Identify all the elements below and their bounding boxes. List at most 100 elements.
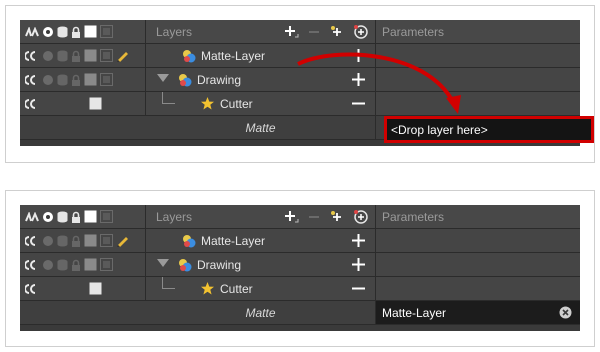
parameters-column-header: Parameters	[376, 20, 580, 43]
clear-icon[interactable]	[559, 306, 572, 319]
lock-icon[interactable]	[71, 259, 81, 271]
layer-name-text: Cutter	[220, 281, 253, 296]
color-swatch-icon[interactable]	[84, 25, 97, 38]
matte-param-cell[interactable]: Matte-Layer	[376, 301, 580, 324]
onion-skin-icon[interactable]	[25, 283, 39, 294]
add-layer-icon[interactable]	[283, 209, 299, 225]
layer-row[interactable]: Drawing	[20, 253, 580, 277]
layer-thumbnail-icon[interactable]	[100, 258, 113, 271]
lock-icon[interactable]	[71, 50, 81, 62]
collapse-layer-button[interactable]	[350, 280, 367, 297]
expand-layer-button[interactable]	[350, 47, 367, 64]
layer-thumbnail-icon[interactable]	[100, 73, 113, 86]
expand-layer-button[interactable]	[350, 71, 367, 88]
layer-name-cell[interactable]: Cutter	[146, 277, 376, 300]
layer-name-text: Drawing	[197, 257, 242, 272]
add-effect-icon[interactable]	[353, 209, 369, 225]
visibility-icon[interactable]	[42, 50, 54, 62]
lock-icon[interactable]	[71, 26, 81, 38]
drawing-layer-icon	[178, 73, 192, 87]
drawing-layer-icon	[182, 234, 196, 248]
layer-thumbnail-icon[interactable]	[100, 49, 113, 62]
lock-icon[interactable]	[71, 211, 81, 223]
tree-connector	[162, 92, 175, 104]
layer-name-cell[interactable]: Matte-Layer	[146, 229, 376, 252]
add-layer-icon[interactable]	[283, 24, 299, 40]
layer-name-cell[interactable]: Drawing	[146, 253, 376, 276]
collapse-triangle-icon[interactable]	[156, 258, 170, 268]
layer-thumbnail-icon[interactable]	[100, 234, 113, 247]
layer-thumbnail-icon[interactable]	[100, 210, 113, 223]
layer-row[interactable]: Matte-Layer	[20, 229, 580, 253]
lock-icon[interactable]	[71, 235, 81, 247]
add-peg-icon[interactable]	[329, 209, 345, 225]
parameters-cell	[376, 253, 580, 276]
matte-label: Matte	[245, 305, 276, 320]
onion-skin-icon[interactable]	[25, 98, 39, 109]
color-swatch-icon[interactable]	[84, 49, 97, 62]
add-effect-icon[interactable]	[353, 24, 369, 40]
add-peg-icon[interactable]	[329, 24, 345, 40]
database-icon[interactable]	[57, 74, 68, 86]
visibility-toggle-icon[interactable]	[42, 211, 54, 223]
layer-row[interactable]: Matte-Layer	[20, 44, 580, 68]
color-swatch-icon[interactable]	[84, 258, 97, 271]
visibility-icon[interactable]	[42, 259, 54, 271]
database-icon[interactable]	[57, 26, 68, 38]
pencil-icon[interactable]	[116, 234, 129, 247]
layer-label: Drawing	[178, 253, 241, 276]
effect-star-icon	[200, 281, 215, 296]
layer-name-cell[interactable]: Matte-Layer	[146, 44, 376, 67]
color-swatch-icon[interactable]	[84, 73, 97, 86]
color-swatch-icon[interactable]	[89, 97, 102, 110]
parameters-cell	[376, 229, 580, 252]
database-icon[interactable]	[57, 259, 68, 271]
header-toggles	[20, 205, 146, 228]
remove-layer-icon[interactable]	[307, 210, 321, 224]
layer-thumbnail-icon[interactable]	[100, 25, 113, 38]
expand-layer-button[interactable]	[350, 256, 367, 273]
database-icon[interactable]	[57, 211, 68, 223]
drawing-layer-icon	[182, 49, 196, 63]
database-icon[interactable]	[57, 235, 68, 247]
timeline-footer	[20, 325, 580, 331]
visibility-icon[interactable]	[42, 235, 54, 247]
color-swatch-icon[interactable]	[89, 282, 102, 295]
layer-name-cell[interactable]: Drawing	[146, 68, 376, 91]
collapse-triangle-icon[interactable]	[156, 73, 170, 83]
pencil-icon[interactable]	[116, 49, 129, 62]
drop-layer-field[interactable]: <Drop layer here>	[384, 116, 594, 143]
matte-port-row: Matte Matte-Layer	[20, 301, 580, 325]
visibility-toggle-icon[interactable]	[42, 26, 54, 38]
onion-skin-icon[interactable]	[25, 235, 39, 246]
matte-toggles	[20, 116, 146, 139]
layer-row[interactable]: Cutter	[20, 277, 580, 301]
onion-skin-icon[interactable]	[25, 74, 39, 85]
onion-skin-toggle-icon[interactable]	[25, 26, 39, 37]
parameters-label: Parameters	[382, 24, 445, 39]
parameters-cell	[376, 277, 580, 300]
parameters-column-header: Parameters	[376, 205, 580, 228]
layer-name-cell[interactable]: Cutter	[146, 92, 376, 115]
header-toggles	[20, 20, 146, 43]
color-swatch-icon[interactable]	[84, 210, 97, 223]
parameters-cell	[376, 92, 580, 115]
onion-skin-icon[interactable]	[25, 50, 39, 61]
lock-icon[interactable]	[71, 74, 81, 86]
database-icon[interactable]	[57, 50, 68, 62]
layer-row[interactable]: Cutter	[20, 92, 580, 116]
onion-skin-icon[interactable]	[25, 259, 39, 270]
matte-layer-value: Matte-Layer	[382, 305, 447, 320]
matte-layer-field[interactable]: Matte-Layer	[376, 301, 580, 324]
expand-layer-button[interactable]	[350, 232, 367, 249]
layer-label: Matte-Layer	[182, 44, 265, 67]
layer-label: Cutter	[200, 92, 253, 115]
onion-skin-toggle-icon[interactable]	[25, 211, 39, 222]
layer-row[interactable]: Drawing	[20, 68, 580, 92]
visibility-icon[interactable]	[42, 74, 54, 86]
collapse-layer-button[interactable]	[350, 95, 367, 112]
remove-layer-icon[interactable]	[307, 25, 321, 39]
parameters-cell	[376, 68, 580, 91]
color-swatch-icon[interactable]	[84, 234, 97, 247]
layer-name-text: Matte-Layer	[201, 233, 266, 248]
